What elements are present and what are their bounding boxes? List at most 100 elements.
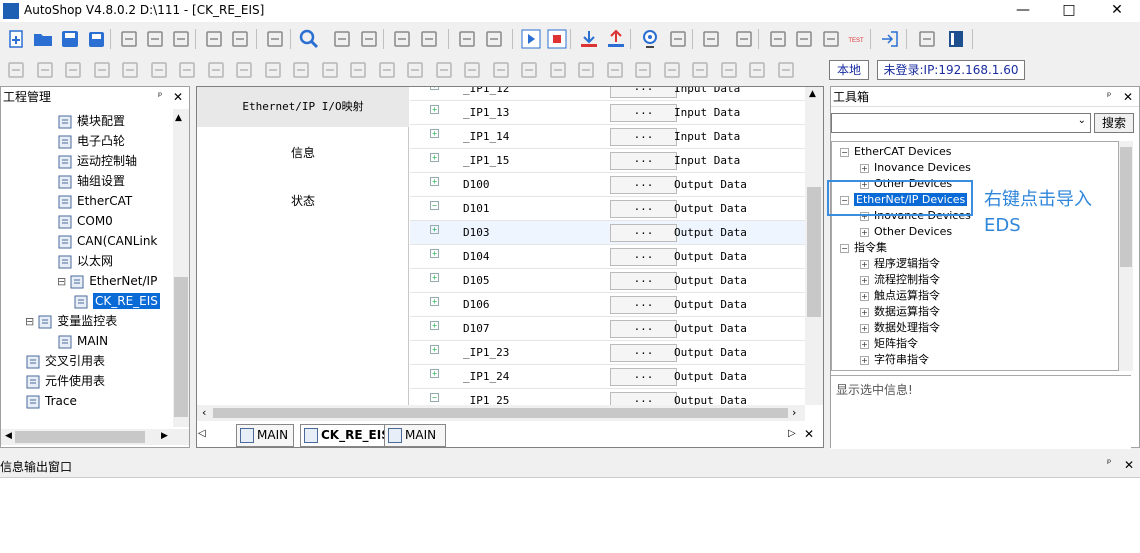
browse-button[interactable]: ...: [610, 176, 677, 194]
project-tree-item[interactable]: ⊟ 变量监控表: [25, 311, 117, 331]
project-tree-item[interactable]: ⊟ EtherNet/IP: [57, 271, 157, 291]
new-file-icon[interactable]: [5, 28, 27, 50]
expand-icon[interactable]: +: [430, 87, 439, 90]
toolbox-vertical-scrollbar[interactable]: [1119, 141, 1133, 371]
project-tree-item[interactable]: CAN(CANLink: [57, 231, 157, 251]
expand-icon[interactable]: +: [430, 225, 439, 234]
s-func-icon[interactable]: [518, 59, 540, 81]
down-icon[interactable]: [775, 59, 797, 81]
toolbox-tree-item[interactable]: + 矩阵指令: [860, 336, 918, 352]
expander-icon[interactable]: +: [860, 339, 869, 349]
check-icon[interactable]: [733, 28, 755, 50]
expander-icon[interactable]: +: [860, 227, 869, 237]
undo-icon[interactable]: [203, 28, 225, 50]
io-row[interactable]: − _IP1_25... Output Data: [410, 389, 805, 405]
table-icon[interactable]: [793, 28, 815, 50]
io-row[interactable]: + D105... Output Data: [410, 269, 805, 293]
toolbox-tree-item[interactable]: + Inovance Devices: [860, 160, 971, 176]
device-icon[interactable]: [358, 28, 380, 50]
contact-icon[interactable]: [91, 59, 113, 81]
expand-icon[interactable]: +: [430, 273, 439, 282]
slash-icon[interactable]: [689, 59, 711, 81]
project-tree-item[interactable]: 轴组设置: [57, 171, 125, 191]
toolbox-tree-item[interactable]: + 流程控制指令: [860, 272, 940, 288]
s-icon[interactable]: [62, 59, 84, 81]
tab-scroll-left[interactable]: ◁: [198, 428, 206, 439]
toolbox-tree-item[interactable]: + 程序逻辑指令: [860, 256, 940, 272]
project-tree-item[interactable]: Trace: [25, 391, 77, 411]
project-horizontal-scrollbar[interactable]: ◀ ▶: [1, 429, 189, 445]
diag-icon[interactable]: [667, 28, 689, 50]
toolbox-tree-item[interactable]: − EtherCAT Devices: [840, 144, 951, 160]
tab-main[interactable]: MAIN: [236, 424, 294, 447]
minimize-button[interactable]: —: [1000, 0, 1046, 22]
project-tree-item[interactable]: 运动控制轴: [57, 151, 137, 171]
tab-scroll-right[interactable]: ▷: [788, 428, 796, 439]
line-h-icon[interactable]: [290, 59, 312, 81]
browse-button[interactable]: ...: [610, 152, 677, 170]
io-row[interactable]: + _IP1_14... Input Data: [410, 125, 805, 149]
expander-icon[interactable]: −: [840, 243, 849, 253]
browse-button[interactable]: ...: [610, 392, 677, 405]
fall-icon[interactable]: [490, 59, 512, 81]
expander-icon[interactable]: +: [860, 291, 869, 301]
c-func-icon[interactable]: [547, 59, 569, 81]
up-icon[interactable]: [746, 59, 768, 81]
compile-icon[interactable]: [767, 28, 789, 50]
io-row[interactable]: + _IP1_24... Output Data: [410, 365, 805, 389]
toolbox-search-input[interactable]: ⌄: [831, 113, 1091, 133]
io-row[interactable]: + D103... Output Data: [410, 221, 805, 245]
corner-icon[interactable]: [347, 59, 369, 81]
test-icon[interactable]: TEST: [845, 28, 867, 50]
project-tree-item[interactable]: COM0: [57, 211, 113, 231]
tab-close-icon[interactable]: ✕: [804, 427, 814, 441]
corner2-icon[interactable]: [376, 59, 398, 81]
expand-icon[interactable]: +: [430, 249, 439, 258]
project-tree-item[interactable]: 元件使用表: [25, 371, 105, 391]
io-row[interactable]: + D104... Output Data: [410, 245, 805, 269]
browse-button[interactable]: ...: [610, 368, 677, 386]
io-row[interactable]: − D101... Output Data: [410, 197, 805, 221]
toolbox-tree-item[interactable]: + 触点运算指令: [860, 288, 940, 304]
project-tree-item[interactable]: 交叉引用表: [25, 351, 105, 371]
local-button[interactable]: 本地: [829, 60, 869, 80]
expander-icon[interactable]: +: [860, 323, 869, 333]
browse-button[interactable]: ...: [610, 224, 677, 242]
stop-icon[interactable]: [546, 28, 568, 50]
webcam-icon[interactable]: [639, 28, 661, 50]
run-icon[interactable]: [520, 28, 542, 50]
s-box-icon[interactable]: [34, 59, 56, 81]
document-icon[interactable]: [456, 28, 478, 50]
category-info[interactable]: 信息: [197, 133, 409, 173]
project-tree-item[interactable]: 以太网: [57, 251, 113, 271]
expander-icon[interactable]: +: [860, 307, 869, 317]
cut-icon[interactable]: [118, 28, 140, 50]
io-row[interactable]: + D106... Output Data: [410, 293, 805, 317]
download-icon[interactable]: [578, 28, 600, 50]
pin-icon[interactable]: ᵖ: [158, 87, 162, 107]
browse-button[interactable]: ...: [610, 200, 677, 218]
project-tree-item[interactable]: 电子凸轮: [57, 131, 125, 151]
book-icon[interactable]: [945, 28, 967, 50]
login-status-button[interactable]: 未登录:IP:192.168.1.60: [877, 60, 1025, 80]
toolbox-tree-item[interactable]: + Other Devices: [860, 224, 952, 240]
line-v-icon[interactable]: [319, 59, 341, 81]
browse-button[interactable]: ...: [610, 344, 677, 362]
browse-button[interactable]: ...: [610, 104, 677, 122]
network-icon[interactable]: [331, 28, 353, 50]
branch-icon[interactable]: [176, 59, 198, 81]
chevron-down-icon[interactable]: ⌄: [1078, 115, 1086, 126]
paren-icon[interactable]: [575, 59, 597, 81]
save-all-icon[interactable]: [85, 28, 107, 50]
no-contact-icon[interactable]: [404, 59, 426, 81]
search-button[interactable]: 搜索: [1094, 113, 1134, 133]
browse-button[interactable]: ...: [610, 248, 677, 266]
expander-icon[interactable]: +: [860, 259, 869, 269]
browse-button[interactable]: ...: [610, 87, 677, 98]
browse-button[interactable]: ...: [610, 272, 677, 290]
find-icon[interactable]: [298, 28, 320, 50]
save-icon[interactable]: [59, 28, 81, 50]
project-tree-item[interactable]: EtherCAT: [57, 191, 132, 211]
project-vertical-scrollbar[interactable]: ▲: [173, 109, 189, 427]
window2-icon[interactable]: [418, 28, 440, 50]
